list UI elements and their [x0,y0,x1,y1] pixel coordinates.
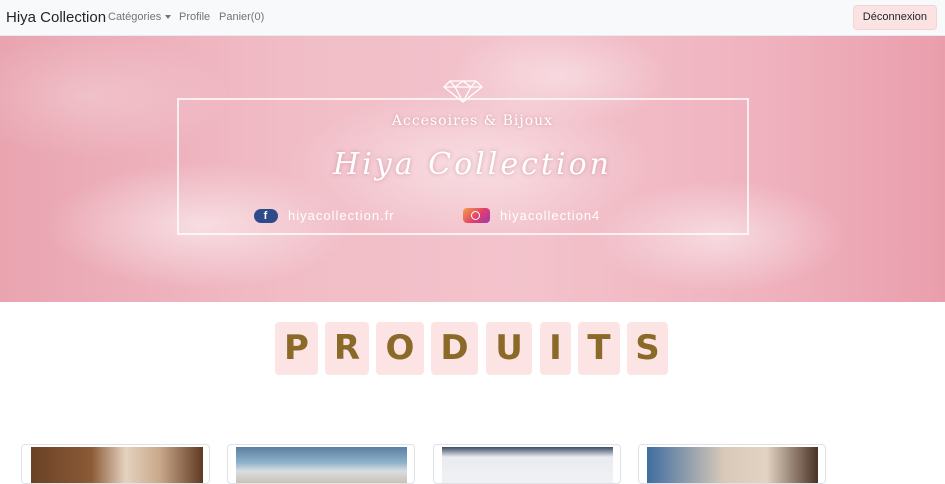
product-image[interactable] [236,447,407,483]
facebook-icon: f [254,208,278,223]
diamond-icon [443,80,483,103]
product-image[interactable] [647,447,818,483]
nav-categories-label: Catégories [108,11,162,23]
product-card[interactable] [638,444,826,484]
produits-letter: O [376,322,424,375]
instagram-handle: hiyacollection4 [500,208,601,224]
product-image[interactable] [442,447,613,483]
produits-letter: D [431,322,478,375]
brand-link[interactable]: Hiya Collection [6,9,106,26]
instagram-icon [463,208,490,224]
product-card[interactable] [21,444,210,484]
banner-title: Hiya Collection [333,147,612,182]
nav-cart-link[interactable]: Panier(0) [219,11,264,23]
produits-letter: I [540,322,571,375]
produits-letter: R [325,322,369,375]
hero-banner: Accesoires & Bijoux Hiya Collection f hiy… [0,36,945,302]
banner-tagline: Accesoires & Bijoux [391,113,554,129]
product-card[interactable] [227,444,415,484]
nav-categories-dropdown[interactable]: Catégories [108,11,172,23]
logout-button[interactable]: Déconnexion [852,5,937,30]
produits-letter: U [486,322,532,375]
product-image[interactable] [31,447,203,483]
facebook-link[interactable]: f hiyacollection.fr [254,207,395,223]
produits-letter: P [275,322,318,375]
navbar: Hiya Collection Catégories Profile Panie… [0,0,945,36]
instagram-link[interactable]: hiyacollection4 [463,207,601,224]
facebook-handle: hiyacollection.fr [288,208,395,224]
nav-profile-link[interactable]: Profile [179,11,210,23]
caret-down-icon [165,15,172,20]
produits-letter: T [578,322,620,375]
produits-letter: S [627,322,668,375]
product-card[interactable] [433,444,621,484]
